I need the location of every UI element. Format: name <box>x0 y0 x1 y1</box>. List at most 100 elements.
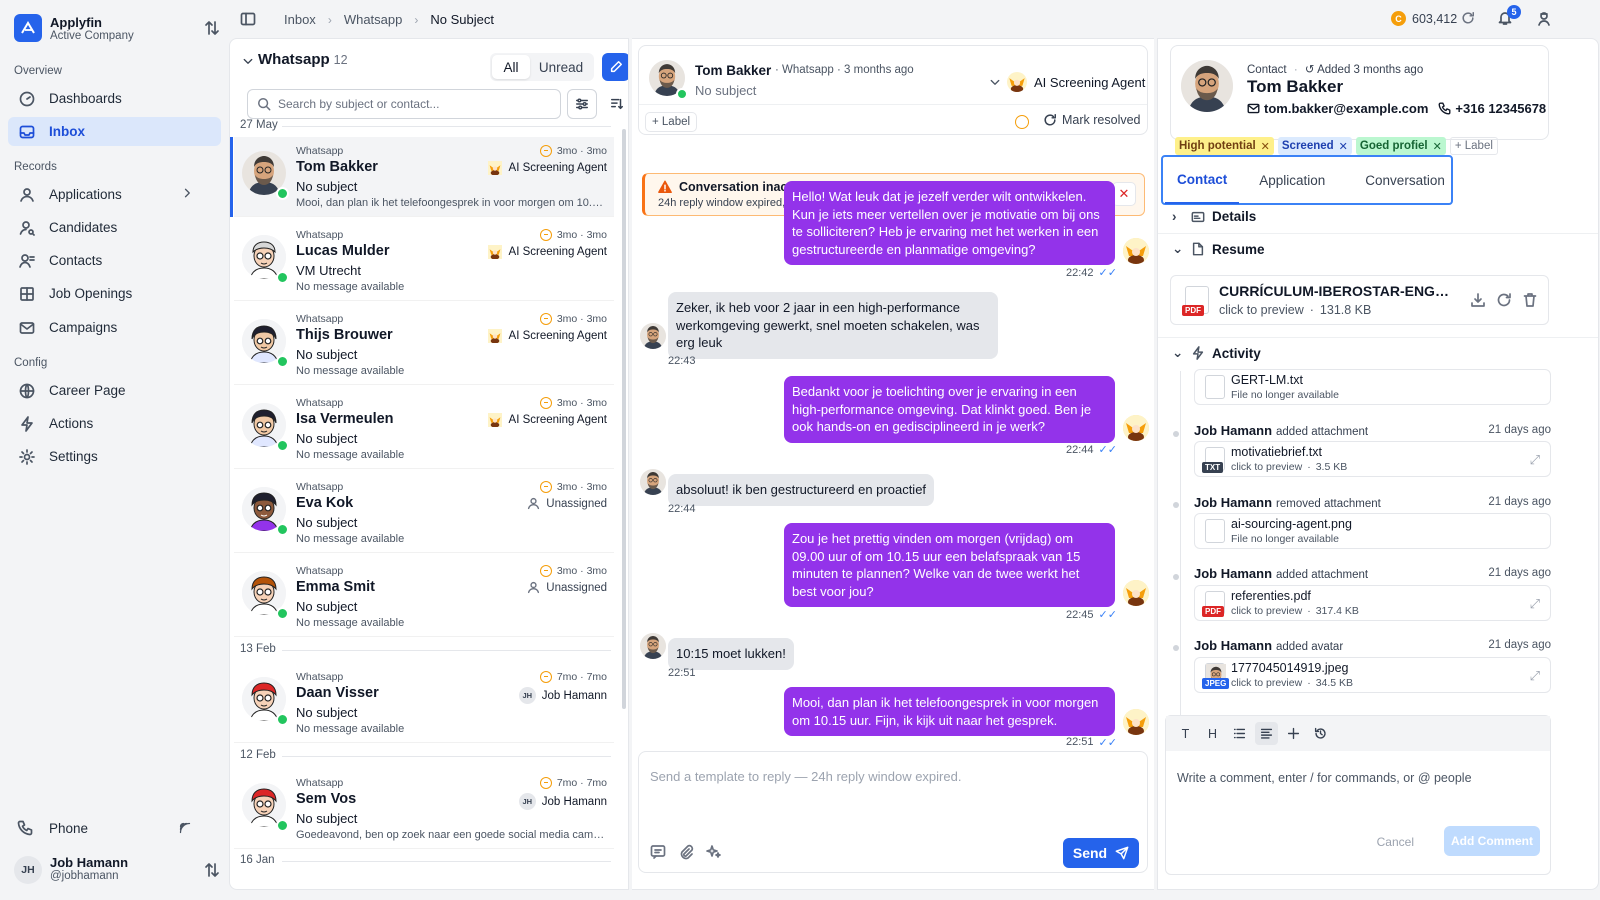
expand-icon[interactable]: ⤢ <box>1530 668 1540 684</box>
align-button[interactable] <box>1255 722 1278 745</box>
mark-resolved-button[interactable]: Mark resolved <box>1043 113 1141 127</box>
tag[interactable]: Goed profiel ✕ <box>1355 137 1446 155</box>
time-label: 3mo · 3mo <box>556 565 607 577</box>
conversation-item[interactable]: Whatsapp Isa Vermeulen No subject No mes… <box>234 389 614 469</box>
phone-icon <box>17 820 33 836</box>
assignee-dropdown[interactable]: AI Screening Agent <box>989 72 1145 92</box>
divider <box>282 650 611 651</box>
sparkles-icon[interactable] <box>706 844 722 860</box>
conversation-item[interactable]: Whatsapp Eva Kok No subject No message a… <box>234 473 614 553</box>
attachment-card[interactable]: PDF referenties.pdf click to preview · 317… <box>1194 585 1551 621</box>
assignee-avatar: JH <box>518 687 536 704</box>
nav-label: Campaigns <box>49 320 118 335</box>
credits-balance[interactable]: C 603,412 <box>1391 11 1457 26</box>
close-icon[interactable]: ✕ <box>1112 182 1136 206</box>
text-style-button[interactable]: T <box>1174 722 1197 745</box>
tag[interactable]: Screened ✕ <box>1277 137 1352 155</box>
contact-phone[interactable]: +316 12345678 <box>1455 101 1546 116</box>
filter-unread[interactable]: Unread <box>530 55 592 79</box>
sort-button[interactable] <box>602 89 628 119</box>
tab-contact[interactable]: Contact <box>1165 156 1240 204</box>
cancel-button[interactable]: Cancel <box>1365 828 1426 856</box>
history-button[interactable] <box>1309 722 1332 745</box>
conversation-item[interactable]: Whatsapp Sem Vos No subject Goedeavond, … <box>234 769 614 849</box>
nav-label: Settings <box>49 449 98 464</box>
nav-candidates[interactable]: Candidates <box>8 213 221 242</box>
nav-campaigns[interactable]: Campaigns <box>8 313 221 342</box>
nav-job-openings[interactable]: Job Openings <box>8 279 221 308</box>
section-details-toggle[interactable]: › Details <box>1172 209 1256 224</box>
nav-inbox[interactable]: Inbox <box>8 117 221 146</box>
conversation-assignee: AI Screening Agent <box>488 329 607 343</box>
scrollbar[interactable] <box>622 129 626 709</box>
user-menu[interactable]: JH Job Hamann @jobhamann <box>14 852 224 888</box>
filter-all[interactable]: All <box>492 55 530 79</box>
nav-applications[interactable]: Applications <box>8 180 221 209</box>
nav-dashboards[interactable]: Dashboards <box>8 84 221 113</box>
heading-button[interactable]: H <box>1201 722 1224 745</box>
activity-action: added attachment <box>1276 569 1369 581</box>
close-icon[interactable]: ✕ <box>1261 140 1270 153</box>
conversation-item[interactable]: Whatsapp Emma Smit No subject No message… <box>234 557 614 637</box>
attachment-card[interactable]: GERT-LM.txt File no longer available <box>1194 369 1551 405</box>
breadcrumb-inbox[interactable]: Inbox <box>284 12 316 27</box>
add-label-button[interactable]: + Label <box>1449 137 1498 155</box>
reply-composer[interactable]: Send a template to reply — 24h reply win… <box>638 751 1148 873</box>
conversation-item[interactable]: Whatsapp Thijs Brouwer No subject No mes… <box>234 305 614 385</box>
template-icon[interactable] <box>650 844 666 860</box>
trash-icon[interactable] <box>1522 292 1538 308</box>
conversation-item[interactable]: Whatsapp Lucas Mulder VM Utrecht No mess… <box>234 221 614 301</box>
double-check-icon: ✓✓ <box>1098 444 1117 456</box>
refresh-icon[interactable] <box>1496 292 1512 308</box>
refresh-icon[interactable] <box>1461 11 1475 25</box>
nav-settings[interactable]: Settings <box>8 442 221 471</box>
nav-label: Job Openings <box>49 286 133 301</box>
tag[interactable]: High potential ✕ <box>1175 137 1274 155</box>
history-icon <box>1314 727 1326 739</box>
send-button[interactable]: Send <box>1063 838 1139 868</box>
assignee-label: AI Screening Agent <box>1034 74 1146 90</box>
nav-phone[interactable]: Phone <box>8 814 221 842</box>
attachment-card[interactable]: JPEG 1777045014919.jpeg click to preview… <box>1194 657 1551 693</box>
switch-arrows-icon[interactable] <box>204 20 220 36</box>
switch-arrows-icon[interactable] <box>204 862 220 878</box>
breadcrumb-whatsapp[interactable]: Whatsapp <box>344 12 403 27</box>
compose-button[interactable] <box>602 53 628 81</box>
paperclip-icon[interactable] <box>678 844 694 860</box>
nav-actions[interactable]: Actions <box>8 409 221 438</box>
comment-input[interactable]: Write a comment, enter / for commands, o… <box>1177 771 1472 785</box>
contact-type: Contact · ↺ Added 3 months ago <box>1247 64 1424 76</box>
workspace-switcher[interactable]: Applyfin Active Company <box>14 13 224 45</box>
contact-name[interactable]: Tom Bakker <box>695 63 771 78</box>
outgoing-message: Zou je het prettig vinden om morgen (vri… <box>784 523 1115 607</box>
nav-contacts[interactable]: Contacts <box>8 246 221 275</box>
filter-button[interactable] <box>567 89 597 119</box>
resume-file-card[interactable]: PDF CURRÍCULUM-IBEROSTAR-ENGLISH.pdf cli… <box>1170 275 1549 325</box>
bullet-list-button[interactable] <box>1228 722 1251 745</box>
insert-button[interactable] <box>1282 722 1305 745</box>
support-icon[interactable] <box>1536 11 1552 27</box>
sidebar-toggle-icon[interactable] <box>240 11 256 27</box>
snooze-icon[interactable] <box>1015 115 1029 129</box>
close-icon[interactable]: ✕ <box>1339 140 1348 153</box>
channel-title[interactable]: Whatsapp 12 <box>258 51 348 68</box>
contact-email[interactable]: tom.bakker@example.com <box>1264 101 1428 116</box>
tab-application[interactable]: Application <box>1247 156 1337 204</box>
download-icon[interactable] <box>1470 292 1486 308</box>
attachment-card[interactable]: ai-sourcing-agent.png File no longer ava… <box>1194 513 1551 549</box>
nav-career-page[interactable]: Career Page <box>8 376 221 405</box>
add-comment-button[interactable]: Add Comment <box>1444 826 1540 856</box>
tab-conversation[interactable]: Conversation <box>1353 156 1457 204</box>
attachment-meta: File no longer available <box>1231 533 1339 545</box>
conversation-item[interactable]: Whatsapp Daan Visser No subject No messa… <box>234 663 614 743</box>
search-input[interactable]: Search by subject or contact... <box>247 89 561 119</box>
expand-icon[interactable]: ⤢ <box>1530 596 1540 612</box>
chevron-down-icon[interactable] <box>242 55 254 67</box>
expand-icon[interactable]: ⤢ <box>1530 452 1540 468</box>
add-label-button[interactable]: + Label <box>645 112 698 132</box>
conversation-item[interactable]: Whatsapp Tom Bakker No subject Mooi, dan… <box>230 137 614 217</box>
section-activity-toggle[interactable]: ⌄ Activity <box>1172 345 1261 361</box>
close-icon[interactable]: ✕ <box>1433 140 1442 153</box>
section-resume-toggle[interactable]: ⌄ Resume <box>1172 241 1265 257</box>
attachment-card[interactable]: TXT motivatiebrief.txt click to preview ·… <box>1194 441 1551 477</box>
